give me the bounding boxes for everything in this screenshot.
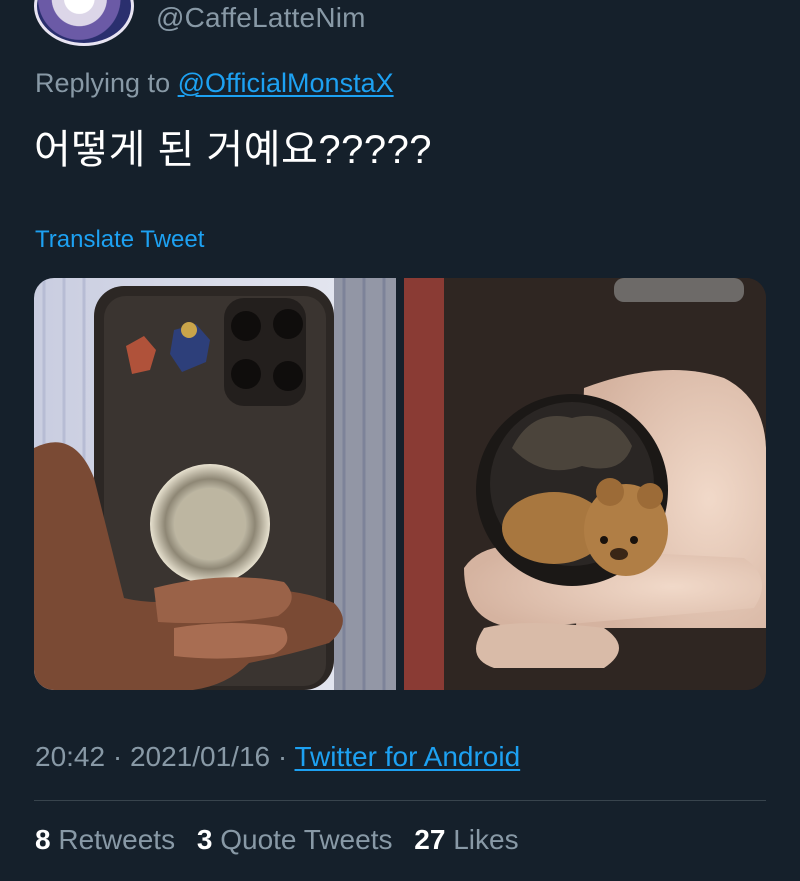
tweet-time: 20:42: [35, 741, 106, 772]
likes-count: 27: [414, 824, 446, 855]
quotes-count: 3: [196, 824, 213, 855]
likes-label: Likes: [453, 824, 519, 855]
tweet-photo-2[interactable]: [404, 278, 766, 690]
likes-stat[interactable]: 27 Likes: [414, 824, 518, 855]
translate-tweet-link[interactable]: Translate Tweet: [35, 226, 204, 254]
tweet-text: 어떻게 된 거예요?????: [34, 128, 433, 172]
tweet-photo-1[interactable]: [34, 278, 396, 690]
mention-link[interactable]: @OfficialMonstaX: [178, 68, 394, 98]
user-handle[interactable]: @CaffeLatteNim: [156, 2, 366, 34]
meta-separator: ·: [277, 741, 288, 772]
quote-tweets-stat[interactable]: 3 Quote Tweets: [197, 824, 393, 855]
source-link[interactable]: Twitter for Android: [295, 741, 521, 772]
retweets-count: 8: [35, 824, 51, 855]
retweets-label: Retweets: [58, 824, 176, 855]
avatar[interactable]: [34, 0, 134, 46]
quotes-label: Quote Tweets: [220, 824, 393, 855]
tweet-date: 2021/01/16: [129, 741, 271, 772]
divider: [34, 800, 766, 801]
meta-separator: ·: [112, 741, 123, 772]
replying-prefix: Replying to: [35, 68, 171, 98]
tweet-stats: 8 Retweets 3 Quote Tweets 27 Likes: [35, 824, 533, 856]
tweet-meta: 20:42 · 2021/01/16 · Twitter for Android: [35, 741, 520, 773]
replying-to: Replying to @OfficialMonstaX: [35, 68, 394, 99]
retweets-stat[interactable]: 8 Retweets: [35, 824, 175, 855]
